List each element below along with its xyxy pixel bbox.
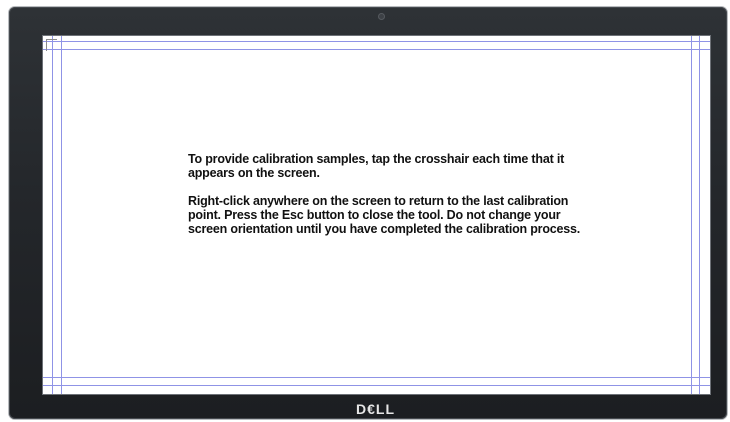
instruction-paragraph-1: To provide calibration samples, tap the … — [188, 152, 565, 180]
webcam-icon — [378, 13, 385, 20]
guide-line-bottom-inner — [43, 377, 710, 378]
crosshair-corner-mark — [46, 39, 57, 51]
guide-line-left — [52, 36, 53, 394]
guide-line-top-inner — [43, 49, 710, 50]
calibration-instructions: To provide calibration samples, tap the … — [188, 152, 583, 250]
guide-line-left-inner — [61, 36, 62, 394]
dell-logo: D€LL — [356, 401, 395, 417]
instruction-paragraph-2: Right-click anywhere on the screen to re… — [188, 194, 581, 236]
guide-line-right — [699, 36, 700, 394]
guide-line-bottom — [43, 385, 710, 386]
dell-monitor-stage: To provide calibration samples, tap the … — [0, 0, 730, 422]
guide-line-top — [43, 41, 710, 42]
guide-line-right-inner — [691, 36, 692, 394]
